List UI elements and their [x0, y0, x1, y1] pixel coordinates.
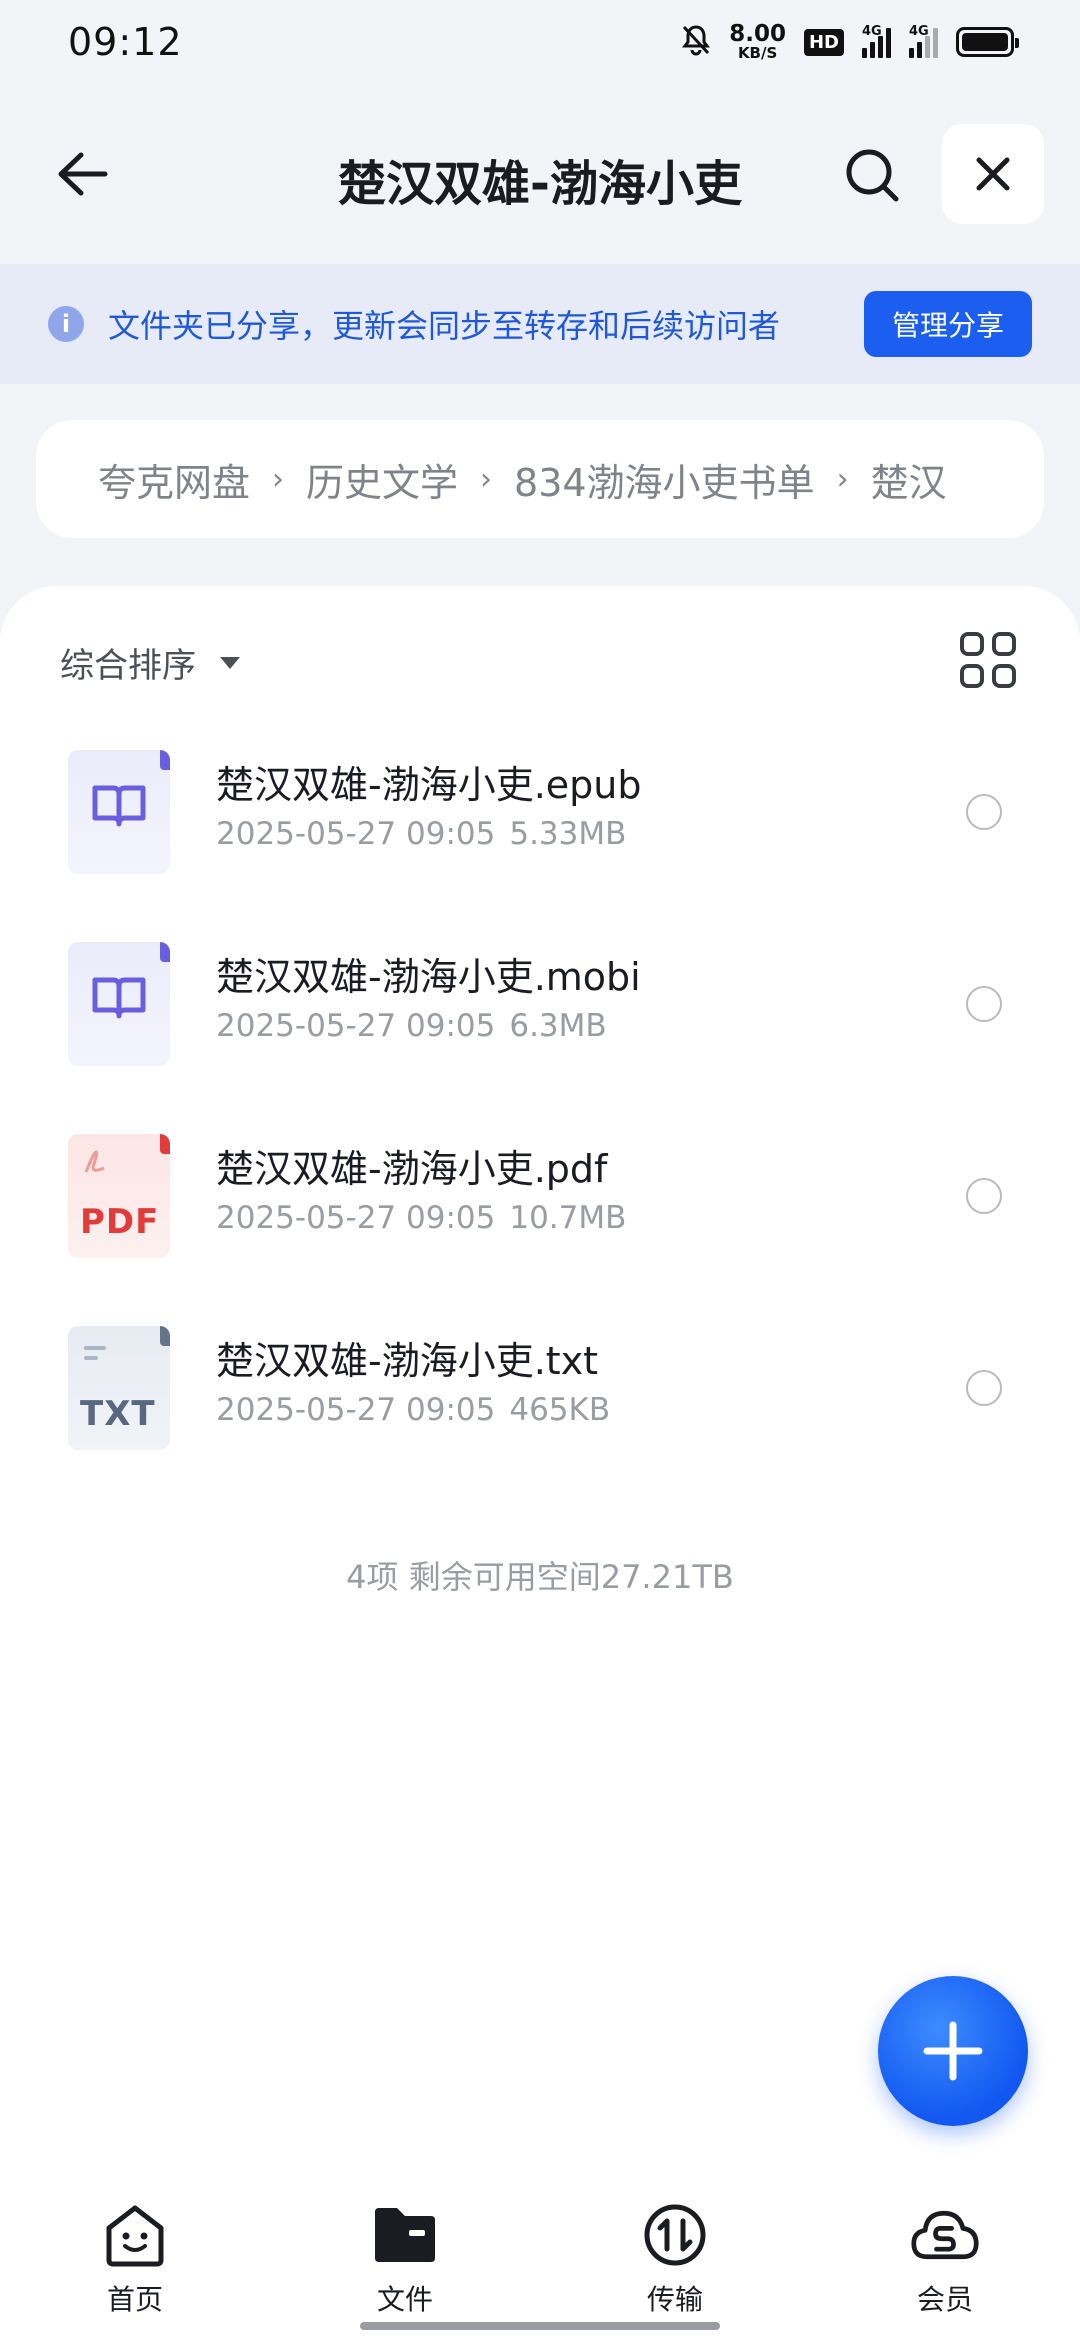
ebook-file-icon: [68, 750, 170, 874]
breadcrumb: 夸克网盘 › 历史文学 › 834渤海小吏书单 › 楚汉: [36, 420, 1044, 538]
signal-label: 4G: [909, 24, 929, 39]
nav-label: 首页: [106, 2283, 163, 2316]
nav-label: 传输: [646, 2283, 703, 2316]
status-bar: 09:12 8.00 KB/S HD 4G 4G: [0, 0, 1080, 84]
file-name: 楚汉双雄-渤海小吏.txt: [216, 1339, 599, 1383]
chevron-right-icon: ›: [480, 461, 493, 497]
status-time: 09:12: [68, 20, 183, 64]
search-button[interactable]: [832, 140, 912, 210]
file-size: 10.7MB: [509, 1200, 627, 1236]
file-row[interactable]: 楚汉双雄-渤海小吏.mobi 2025-05-27 09:05 6.3MB: [0, 938, 1080, 1130]
signal-label: 4G: [862, 24, 882, 39]
file-row[interactable]: PDF 楚汉双雄-渤海小吏.pdf 2025-05-27 09:05 10.7MB: [0, 1130, 1080, 1322]
share-banner: i 文件夹已分享，更新会同步至转存和后续访问者 管理分享: [0, 264, 1080, 384]
file-size: 5.33MB: [509, 816, 627, 852]
signal-icon: 4G: [909, 24, 938, 58]
home-icon: [100, 2200, 170, 2270]
file-icon-text: TXT: [80, 1394, 156, 1434]
top-header: 楚汉双雄-渤海小吏: [0, 120, 1080, 230]
breadcrumb-item[interactable]: 楚汉: [871, 452, 947, 507]
storage-summary: 4项 剩余可用空间27.21TB: [346, 1558, 734, 1596]
file-size: 465KB: [509, 1392, 611, 1428]
file-row[interactable]: 楚汉双雄-渤海小吏.epub 2025-05-27 09:05 5.33MB: [0, 746, 1080, 938]
net-speed: 8.00 KB/S: [729, 23, 786, 61]
breadcrumb-item[interactable]: 夸克网盘: [98, 452, 250, 507]
file-date: 2025-05-27 09:05: [216, 816, 496, 852]
file-date: 2025-05-27 09:05: [216, 1008, 496, 1044]
file-name: 楚汉双雄-渤海小吏.pdf: [216, 1147, 608, 1191]
file-meta: 2025-05-27 09:05 465KB: [216, 1392, 610, 1428]
file-meta: 2025-05-27 09:05 10.7MB: [216, 1200, 626, 1236]
net-speed-value: 8.00: [729, 21, 786, 47]
home-indicator: [360, 2322, 720, 2330]
chevron-right-icon: ›: [272, 461, 285, 497]
select-checkbox[interactable]: [966, 794, 1002, 830]
file-date: 2025-05-27 09:05: [216, 1200, 496, 1236]
file-date: 2025-05-27 09:05: [216, 1392, 496, 1428]
file-icon-text: PDF: [80, 1202, 160, 1242]
nav-item-home[interactable]: 首页: [0, 2190, 270, 2340]
add-button[interactable]: [878, 1976, 1028, 2126]
app-screen: 09:12 8.00 KB/S HD 4G 4G 楚汉双雄-渤海小吏 i 文件夹…: [0, 0, 1080, 2340]
bottom-nav: 首页 文件 传输 会员: [0, 2190, 1080, 2340]
hd-badge: HD: [803, 28, 844, 56]
pdf-file-icon: PDF: [68, 1134, 170, 1258]
breadcrumb-fade: [984, 420, 1044, 538]
file-list: 楚汉双雄-渤海小吏.epub 2025-05-27 09:05 5.33MB 楚汉…: [0, 746, 1080, 1514]
share-notice: 文件夹已分享，更新会同步至转存和后续访问者: [108, 307, 781, 345]
manage-share-button[interactable]: 管理分享: [864, 291, 1032, 357]
net-speed-unit: KB/S: [737, 44, 778, 62]
sort-label: 综合排序: [60, 646, 196, 686]
transfer-icon: [640, 2200, 710, 2270]
file-meta: 2025-05-27 09:05 6.3MB: [216, 1008, 607, 1044]
nav-label: 会员: [916, 2283, 973, 2316]
status-icons: 8.00 KB/S HD 4G 4G: [681, 23, 1019, 61]
plus-icon: [923, 2021, 983, 2081]
close-icon: [976, 157, 1010, 191]
file-row[interactable]: TXT 楚汉双雄-渤海小吏.txt 2025-05-27 09:05 465KB: [0, 1322, 1080, 1514]
info-icon: i: [48, 306, 84, 342]
chevron-right-icon: ›: [836, 461, 849, 497]
nav-label: 文件: [376, 2283, 433, 2316]
ebook-file-icon: [68, 942, 170, 1066]
sort-dropdown[interactable]: 综合排序: [60, 638, 240, 687]
nav-item-files[interactable]: 文件: [270, 2190, 540, 2340]
nav-item-transfer[interactable]: 传输: [540, 2190, 810, 2340]
grid-view-icon[interactable]: [960, 632, 1016, 688]
caret-down-icon: [220, 656, 240, 669]
select-checkbox[interactable]: [966, 1370, 1002, 1406]
close-button[interactable]: [942, 124, 1044, 224]
breadcrumb-item[interactable]: 历史文学: [306, 452, 458, 507]
page-title: 楚汉双雄-渤海小吏: [338, 156, 742, 212]
select-checkbox[interactable]: [966, 1178, 1002, 1214]
file-meta: 2025-05-27 09:05 5.33MB: [216, 816, 626, 852]
bell-off-icon: [681, 24, 711, 60]
select-checkbox[interactable]: [966, 986, 1002, 1022]
nav-item-member[interactable]: 会员: [810, 2190, 1080, 2340]
file-name: 楚汉双雄-渤海小吏.epub: [216, 763, 642, 807]
search-icon: [846, 149, 899, 202]
folder-icon: [370, 2200, 440, 2270]
battery-icon: [956, 27, 1019, 57]
breadcrumb-item[interactable]: 834渤海小吏书单: [514, 452, 815, 507]
txt-file-icon: TXT: [68, 1326, 170, 1450]
signal-icon: 4G: [862, 24, 891, 58]
file-name: 楚汉双雄-渤海小吏.mobi: [216, 955, 641, 999]
member-icon: [910, 2200, 980, 2270]
file-size: 6.3MB: [509, 1008, 607, 1044]
